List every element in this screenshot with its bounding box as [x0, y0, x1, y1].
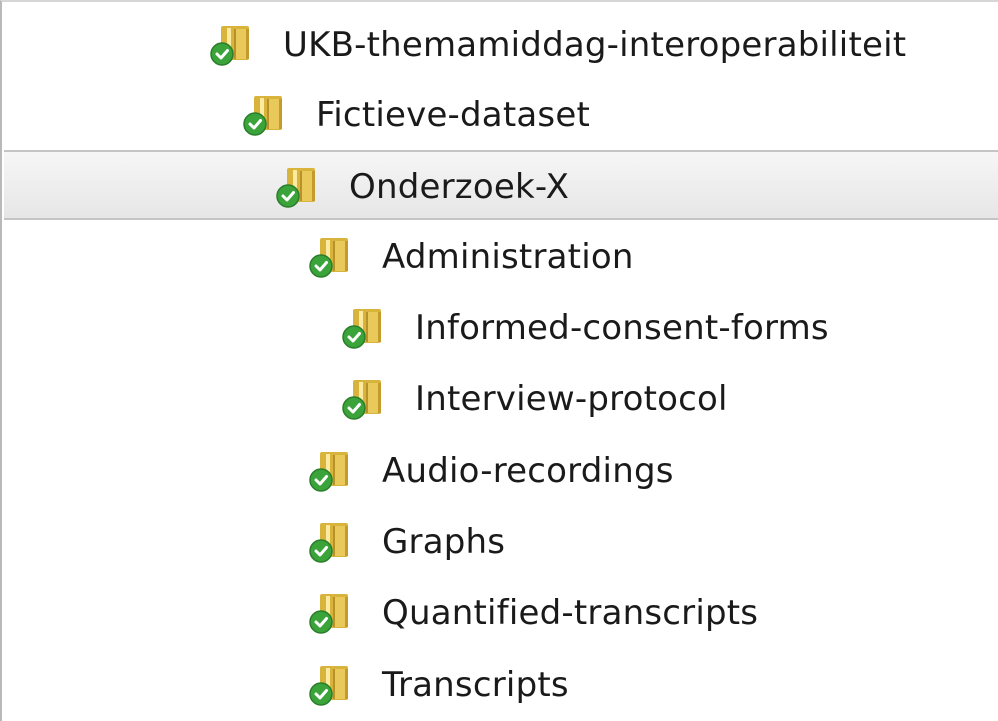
- tree-node: Transcripts: [308, 650, 569, 720]
- tree-item-label: Transcripts: [382, 665, 569, 705]
- synced-folder-icon: [308, 590, 354, 636]
- tree-node: Informed-consent-forms: [341, 293, 829, 363]
- tree-item[interactable]: Audio-recordings: [4, 436, 998, 506]
- folder-tree: UKB-themamiddag-interoperabiliteit Ficti…: [0, 0, 998, 721]
- tree-node: Audio-recordings: [308, 436, 674, 506]
- tree-node: UKB-themamiddag-interoperabiliteit: [209, 10, 906, 80]
- tree-item-label: UKB-themamiddag-interoperabiliteit: [283, 25, 907, 65]
- synced-folder-icon: [341, 376, 387, 422]
- synced-folder-icon: [308, 448, 354, 494]
- synced-folder-icon: [308, 234, 354, 280]
- tree-item-label: Audio-recordings: [382, 451, 674, 491]
- tree-item-label: Graphs: [382, 522, 506, 562]
- tree-item[interactable]: Administration: [4, 222, 998, 292]
- synced-folder-icon: [341, 305, 387, 351]
- tree-node: Interview-protocol: [341, 364, 728, 434]
- synced-folder-icon: [209, 22, 255, 68]
- tree-item-label: Informed-consent-forms: [415, 308, 829, 348]
- tree-item-label: Interview-protocol: [415, 379, 728, 419]
- tree-node: Quantified-transcripts: [308, 578, 758, 648]
- tree-node: Graphs: [308, 507, 505, 577]
- tree-item[interactable]: Informed-consent-forms: [4, 293, 998, 363]
- synced-folder-icon: [308, 662, 354, 708]
- tree-item[interactable]: Interview-protocol: [4, 364, 998, 434]
- tree-item-label: Quantified-transcripts: [382, 593, 759, 633]
- tree-item-label: Onderzoek-X: [349, 167, 570, 207]
- tree-item[interactable]: Transcripts: [4, 650, 998, 720]
- tree-item-label: Fictieve-dataset: [316, 95, 590, 135]
- tree-node: Administration: [308, 222, 634, 292]
- synced-folder-icon: [275, 164, 321, 210]
- tree-item[interactable]: Quantified-transcripts: [4, 578, 998, 648]
- tree-item[interactable]: Fictieve-dataset: [4, 80, 998, 150]
- tree-item-selected[interactable]: Onderzoek-X: [4, 150, 998, 220]
- tree-node: Fictieve-dataset: [242, 80, 590, 150]
- tree-node: Onderzoek-X: [275, 152, 569, 222]
- tree-item[interactable]: UKB-themamiddag-interoperabiliteit: [4, 10, 998, 80]
- synced-folder-icon: [242, 92, 288, 138]
- tree-item[interactable]: Graphs: [4, 507, 998, 577]
- tree-item-label: Administration: [382, 237, 634, 277]
- synced-folder-icon: [308, 519, 354, 565]
